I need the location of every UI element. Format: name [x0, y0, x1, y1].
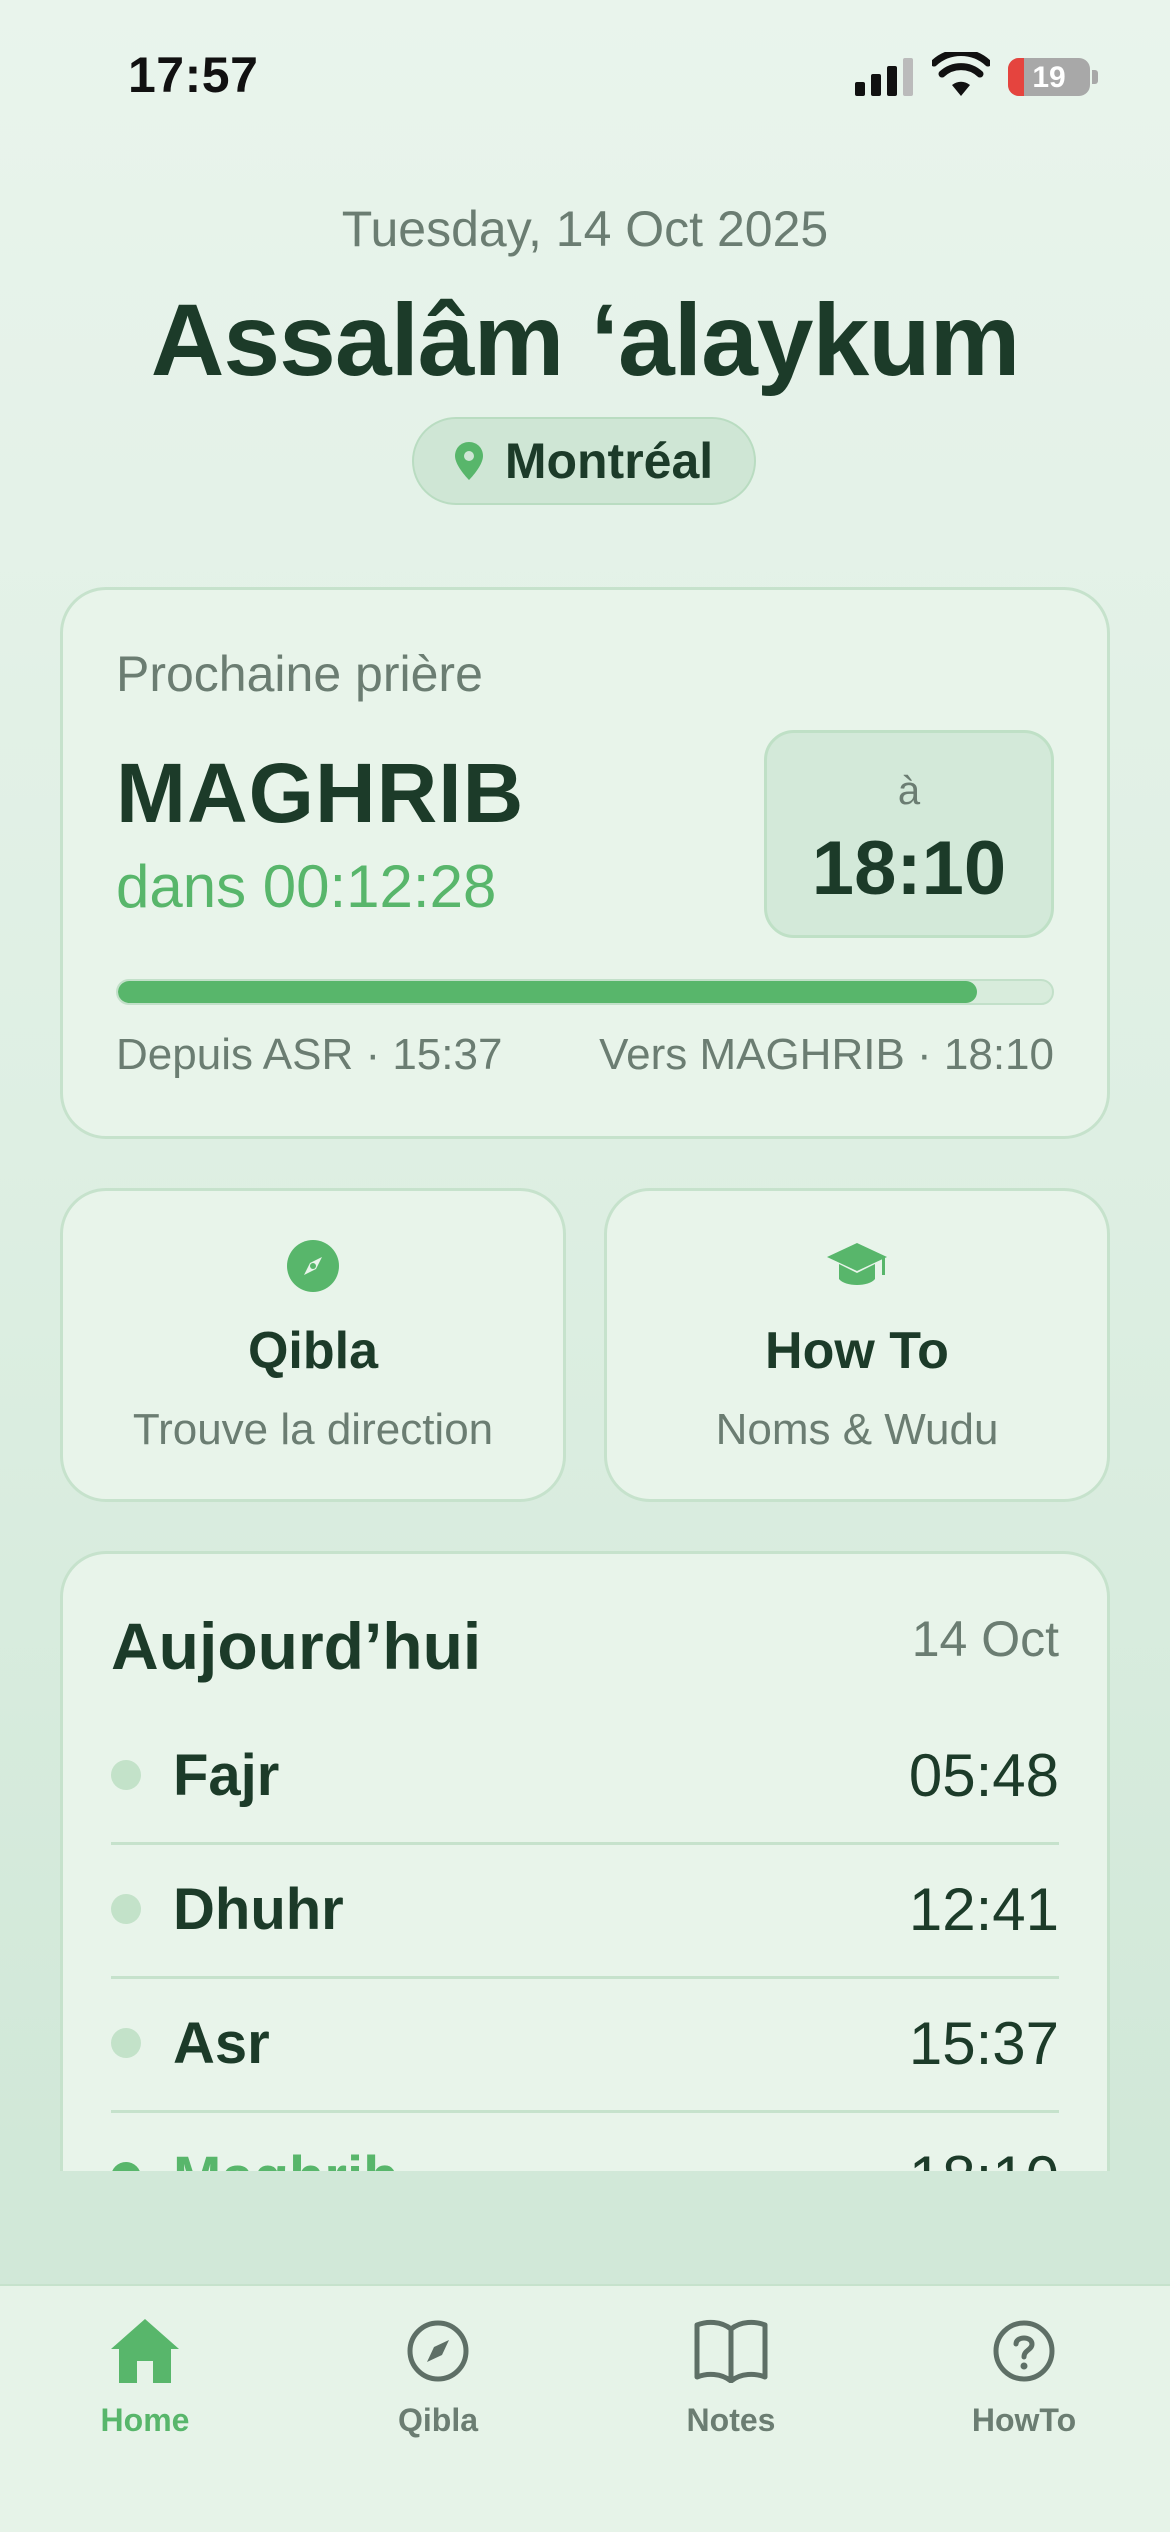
prayer-name: Maghrib: [173, 2144, 909, 2172]
battery-tip: [1092, 70, 1098, 84]
prayer-time: 15:37: [908, 2009, 1059, 2077]
current-date: Tuesday, 14 Oct 2025: [341, 201, 829, 257]
today-title: Aujourd’hui: [111, 1609, 482, 1683]
tab-label: Home: [100, 2402, 190, 2438]
prayer-status-dot: [111, 2028, 141, 2058]
tab-bar: Home Qibla Notes HowTo: [0, 2284, 1170, 2532]
wifi-icon: [932, 52, 990, 96]
prayer-time: 18:10: [909, 2143, 1059, 2172]
prayer-row-dhuhr[interactable]: Dhuhr 12:41: [111, 1842, 1059, 1979]
question-icon: [993, 2320, 1055, 2382]
prayer-row-asr[interactable]: Asr 15:37: [111, 1976, 1059, 2113]
prayer-time: 12:41: [908, 1875, 1059, 1943]
prayer-progress-bar: [116, 979, 1054, 1005]
tab-label: Notes: [686, 2402, 776, 2438]
tab-label: HowTo: [971, 2402, 1077, 2438]
today-schedule-card: Aujourd’hui 14 Oct Fajr 05:48 Dhuhr 12:4…: [60, 1551, 1110, 2171]
tab-home[interactable]: Home: [45, 2308, 245, 2439]
today-date: 14 Oct: [911, 1611, 1059, 1667]
graduation-cap-icon: [827, 1243, 887, 1285]
book-icon: [694, 2319, 768, 2383]
next-prayer-countdown: dans 00:12:28: [116, 853, 497, 920]
location-label: Montréal: [504, 433, 714, 489]
tab-qibla[interactable]: Qibla: [338, 2308, 538, 2439]
tab-howto[interactable]: HowTo: [924, 2308, 1124, 2439]
howto-tile[interactable]: How To Noms & Wudu: [604, 1188, 1110, 1502]
prayer-row-fajr[interactable]: Fajr 05:48: [111, 1708, 1059, 1845]
howto-tile-title: How To: [765, 1322, 949, 1380]
next-prayer-time: 18:10: [811, 826, 1007, 911]
qibla-tile-subtitle: Trouve la direction: [132, 1405, 494, 1454]
battery-icon: 19: [1008, 58, 1090, 96]
prayer-time: 05:48: [908, 1741, 1059, 1809]
tab-notes[interactable]: Notes: [631, 2308, 831, 2439]
progress-from-label: Depuis ASR · 15:37: [116, 1030, 503, 1079]
howto-tile-subtitle: Noms & Wudu: [715, 1405, 999, 1454]
home-icon: [111, 2319, 179, 2383]
prayer-row-maghrib[interactable]: Maghrib 18:10: [111, 2110, 1059, 2171]
qibla-tile-title: Qibla: [247, 1322, 379, 1380]
tab-label: Qibla: [397, 2402, 478, 2438]
status-time: 17:57: [128, 47, 259, 103]
next-prayer-time-box: à 18:10: [764, 730, 1054, 938]
prayer-status-dot: [111, 1760, 141, 1790]
prayer-status-dot: [111, 2162, 141, 2171]
location-chip[interactable]: Montréal: [412, 417, 756, 505]
prayer-name: Asr: [173, 2010, 270, 2076]
at-label: à: [897, 769, 921, 813]
prayer-progress-fill: [118, 981, 978, 1003]
greeting-title: Assalâm ‘alaykum: [150, 283, 1021, 397]
compass-icon: [407, 2320, 469, 2382]
cellular-signal-icon: [855, 58, 913, 96]
prayer-name: Dhuhr: [173, 1876, 344, 1942]
location-pin-icon: [454, 442, 483, 480]
battery-level: 19: [1032, 61, 1066, 94]
prayer-status-dot: [111, 1894, 141, 1924]
compass-icon: [287, 1240, 339, 1292]
qibla-tile[interactable]: Qibla Trouve la direction: [60, 1188, 566, 1502]
next-prayer-label: Prochaine prière: [116, 646, 483, 702]
progress-to-label: Vers MAGHRIB · 18:10: [599, 1030, 1054, 1079]
next-prayer-name: MAGHRIB: [116, 746, 525, 840]
prayer-name: Fajr: [173, 1742, 280, 1808]
